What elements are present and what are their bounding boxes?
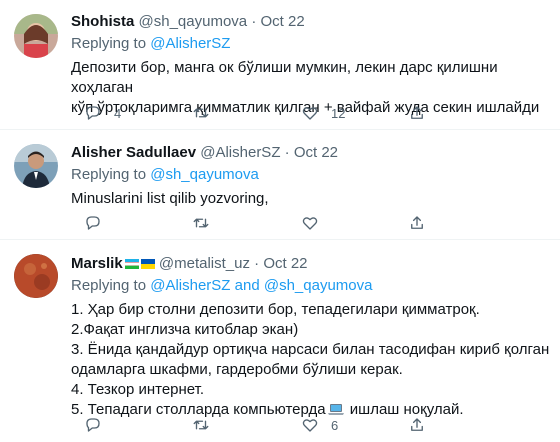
retweet-button[interactable] xyxy=(192,104,222,122)
like-icon xyxy=(302,107,318,120)
share-button[interactable] xyxy=(408,104,426,122)
tweet-alisher[interactable]: Alisher Sadullaev @AlisherSZ · Oct 22 Re… xyxy=(0,130,560,240)
tweet-text-line: 2.Фақат инглизча китоблар экан) xyxy=(71,321,299,338)
like-count: 6 xyxy=(331,417,339,433)
avatar[interactable] xyxy=(14,14,58,58)
display-name[interactable]: Shohista xyxy=(71,13,134,30)
tweet-date[interactable]: Oct 22 xyxy=(294,144,338,161)
tweet-date[interactable]: Oct 22 xyxy=(263,255,307,272)
display-name[interactable]: Marslik xyxy=(71,255,123,272)
reply-button[interactable] xyxy=(84,416,102,434)
tweet-text-line: 3. Ёнида қандайдур ортиқча нарсаси билан… xyxy=(71,341,550,358)
separator-dot: · xyxy=(254,255,260,272)
reply-button[interactable]: 4 xyxy=(84,104,121,122)
tweet-text-line: одамларга шкафми, гардеробми бўлиши кера… xyxy=(71,361,403,378)
handle[interactable]: @AlisherSZ xyxy=(200,144,280,161)
tweet-actions xyxy=(71,214,501,234)
reply-icon xyxy=(86,106,100,120)
replying-to: Replying to @sh_qayumova xyxy=(71,165,550,185)
like-icon xyxy=(302,419,318,432)
tweet-text-line: 4. Тезкор интернет. xyxy=(71,381,205,398)
avatar[interactable] xyxy=(14,144,58,188)
tweet-actions: 6 xyxy=(71,416,501,436)
tweet-date[interactable]: Oct 22 xyxy=(260,13,304,30)
mention-link[interactable]: @AlisherSZ xyxy=(150,277,230,294)
display-name[interactable]: Alisher Sadullaev xyxy=(71,144,196,161)
replying-label: Replying to xyxy=(71,35,147,52)
reply-count: 4 xyxy=(114,105,122,121)
avatar[interactable] xyxy=(14,254,58,298)
retweet-button[interactable] xyxy=(192,214,210,232)
tweet-actions: 4 12 xyxy=(71,104,501,124)
handle[interactable]: @sh_qayumova xyxy=(139,13,248,30)
tweet-header: Marslik @metalist_uz · Oct 22 xyxy=(71,254,550,274)
like-button[interactable] xyxy=(301,214,319,232)
retweet-icon xyxy=(193,218,209,228)
mention-and[interactable]: and xyxy=(235,277,260,294)
like-button[interactable]: 6 xyxy=(301,416,338,434)
reply-icon xyxy=(86,418,100,432)
tweet-text: Minuslarini list qilib yozvoring, xyxy=(71,189,550,209)
replying-to: Replying to @AlisherSZ and @sh_qayumova xyxy=(71,276,550,296)
share-icon xyxy=(411,418,423,431)
ukraine-flag-icon xyxy=(140,259,155,269)
like-count: 12 xyxy=(331,105,346,121)
replying-label: Replying to xyxy=(71,166,147,183)
mention-link[interactable]: @sh_qayumova xyxy=(264,277,373,294)
retweet-button[interactable] xyxy=(192,416,210,434)
share-button[interactable] xyxy=(408,214,426,232)
handle[interactable]: @metalist_uz xyxy=(159,255,250,272)
retweet-icon xyxy=(193,108,209,118)
separator-dot: · xyxy=(251,13,257,30)
tweet-text-line: 1. Ҳар бир столни депозити бор, тепадеги… xyxy=(71,301,480,318)
like-button[interactable]: 12 xyxy=(301,104,345,122)
retweet-icon xyxy=(193,420,209,430)
replying-label: Replying to xyxy=(71,277,147,294)
mention-link[interactable]: @AlisherSZ xyxy=(150,35,230,52)
tweet-marslik[interactable]: Marslik @metalist_uz · Oct 22 Replying t… xyxy=(0,240,560,442)
share-icon xyxy=(411,106,423,119)
like-icon xyxy=(302,217,318,230)
reply-icon xyxy=(86,216,100,230)
reply-button[interactable] xyxy=(84,214,102,232)
mention-link[interactable]: @sh_qayumova xyxy=(150,166,259,183)
tweet-shohista[interactable]: Shohista @sh_qayumova · Oct 22 Replying … xyxy=(0,0,560,130)
share-button[interactable] xyxy=(408,416,426,434)
share-icon xyxy=(411,216,423,229)
tweet-text: 1. Ҳар бир столни депозити бор, тепадеги… xyxy=(71,300,550,420)
tweet-text-line: Minuslarini list qilib yozvoring, xyxy=(71,190,269,207)
tweet-header: Shohista @sh_qayumova · Oct 22 xyxy=(71,12,550,32)
replying-to: Replying to @AlisherSZ xyxy=(71,34,550,54)
laptop-icon xyxy=(327,404,344,415)
tweet-text-line: Депозити бор, манга ок бўлиши мумкин, ле… xyxy=(71,59,498,96)
separator-dot: · xyxy=(284,144,290,161)
tweet-header: Alisher Sadullaev @AlisherSZ · Oct 22 xyxy=(71,143,550,163)
uzbekistan-flag-icon xyxy=(124,259,139,269)
